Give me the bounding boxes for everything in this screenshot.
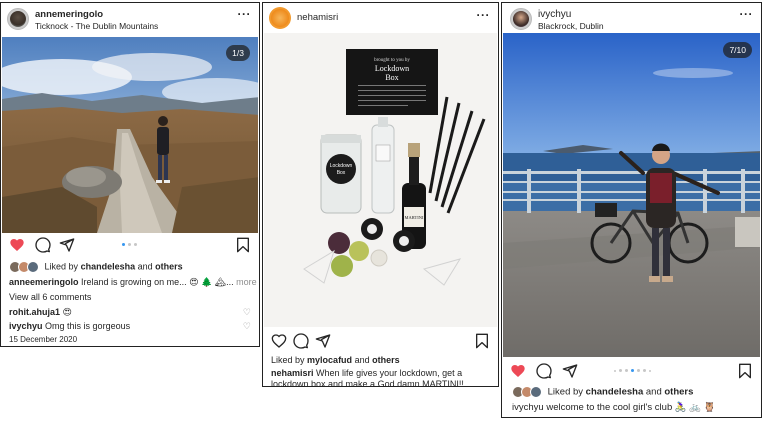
image-counter: 1/3	[226, 45, 250, 61]
likes-row: Liked by chandelesha and others	[9, 261, 183, 273]
action-bar	[1, 235, 259, 255]
post-photo[interactable]: 1/3	[2, 37, 258, 233]
comment-icon[interactable]	[536, 363, 552, 379]
liked-by-user[interactable]: chandelesha	[586, 387, 644, 398]
caption: nehamisri When life gives your lockdown,…	[271, 368, 492, 386]
liked-by-label: Liked by	[547, 386, 584, 398]
comment-icon[interactable]	[293, 333, 309, 349]
caption-username[interactable]: ivychyu	[512, 402, 544, 413]
bookmark-icon[interactable]	[235, 237, 251, 253]
jar-label-1: Lockdown	[330, 163, 353, 169]
carousel-dot	[614, 369, 616, 372]
box-title-2: Box	[385, 73, 398, 82]
carousel-dot	[134, 243, 137, 246]
more-icon[interactable]: ···	[740, 8, 754, 20]
carousel-dot	[122, 243, 125, 246]
lockdown-box-image: brought to you by Lockdown Box Lockdown …	[264, 33, 497, 327]
caption: anneemeringolo Ireland is growing on me.…	[9, 277, 257, 288]
liked-by-user[interactable]: chandelesha	[81, 261, 136, 271]
comment-like-icon[interactable]: ♡	[243, 307, 251, 318]
jar-label-2: Box	[337, 170, 346, 176]
view-all-comments-link[interactable]: View all 6 comments	[9, 292, 251, 302]
comment-text: 😍	[62, 307, 72, 317]
carousel-dots	[614, 369, 651, 372]
post-photo[interactable]: brought to you by Lockdown Box Lockdown …	[264, 33, 497, 327]
comment-like-icon[interactable]: ♡	[243, 321, 251, 332]
send-icon[interactable]	[59, 237, 75, 253]
liker-avatars	[512, 386, 542, 398]
caption-text: welcome to the cool girl's club 🚴‍♀️ 🚲 🦉	[546, 402, 716, 413]
avatar	[27, 261, 39, 273]
liked-by-label: Liked by	[44, 261, 79, 272]
post-header: nehamisri ···	[263, 3, 498, 31]
location[interactable]: Blackrock, Dublin	[538, 21, 604, 31]
comment-text: Omg this is gorgeous	[45, 321, 131, 331]
action-bar	[263, 331, 498, 351]
liked-others-link[interactable]: others	[155, 261, 183, 271]
send-icon[interactable]	[562, 363, 578, 379]
box-title-1: Lockdown	[375, 64, 409, 73]
heart-icon[interactable]	[510, 363, 526, 379]
comment-username[interactable]: ivychyu	[9, 321, 43, 331]
carousel-dot	[649, 369, 651, 372]
avatar[interactable]	[269, 7, 291, 29]
avatar[interactable]	[510, 8, 532, 30]
carousel-dot	[128, 243, 131, 246]
seaside-promenade-image	[503, 33, 760, 357]
caption-username[interactable]: nehamisri	[271, 368, 314, 378]
liker-avatars	[9, 261, 39, 273]
caption-username[interactable]: anneemeringolo	[9, 277, 79, 287]
liked-and-label: and	[354, 355, 370, 365]
screenshot-canvas: annemeringolo Ticknock - The Dublin Moun…	[0, 0, 767, 426]
username[interactable]: ivychyu	[538, 9, 571, 20]
likes-row: Liked by chandelesha and others	[512, 386, 693, 398]
bottle-label: MARTINI	[405, 215, 424, 220]
image-counter: 7/10	[723, 42, 752, 58]
post-header: annemeringolo Ticknock - The Dublin Moun…	[1, 3, 259, 37]
carousel-dot	[643, 369, 646, 372]
avatar[interactable]	[7, 8, 29, 30]
bookmark-icon[interactable]	[737, 363, 753, 379]
more-icon[interactable]: ···	[238, 8, 252, 20]
post-photo[interactable]: 7/10	[503, 33, 760, 357]
carousel-dots	[122, 243, 137, 246]
liked-and-label: and	[645, 386, 662, 398]
liked-by-label: Liked by	[271, 355, 305, 365]
heart-icon[interactable]	[9, 237, 25, 253]
comment-username[interactable]: rohit.ahuja1	[9, 307, 60, 317]
username[interactable]: nehamisri	[297, 12, 338, 23]
instagram-post-2: nehamisri ··· brought to you by Lockdown…	[262, 2, 499, 387]
liked-and-label: and	[137, 261, 153, 272]
instagram-post-3: ivychyu Blackrock, Dublin ··· 7/10 Liked…	[501, 2, 762, 418]
comment-icon[interactable]	[35, 237, 51, 253]
more-icon[interactable]: ···	[477, 9, 491, 21]
send-icon[interactable]	[315, 333, 331, 349]
likes-row: Liked by mylocafud and others	[271, 355, 400, 365]
more-link[interactable]: more	[236, 277, 257, 287]
heart-icon[interactable]	[271, 333, 287, 349]
post-date: 15 December 2020	[9, 335, 78, 344]
comment: ivychyu Omg this is gorgeous ♡	[9, 321, 251, 331]
liked-others-link[interactable]: others	[372, 355, 400, 365]
carousel-dot	[637, 369, 640, 372]
action-bar	[502, 361, 761, 381]
liked-by-user[interactable]: mylocafud	[307, 355, 352, 365]
carousel-dot	[619, 369, 622, 372]
location[interactable]: Ticknock - The Dublin Mountains	[35, 21, 158, 31]
username[interactable]: annemeringolo	[35, 9, 103, 20]
post-header: ivychyu Blackrock, Dublin ···	[502, 3, 761, 37]
carousel-dot	[631, 369, 634, 372]
mountain-landscape-image	[2, 37, 258, 233]
carousel-dot	[625, 369, 628, 372]
liked-others-link[interactable]: others	[664, 387, 693, 398]
caption: ivychyu welcome to the cool girl's club …	[512, 402, 753, 413]
bookmark-icon[interactable]	[474, 333, 490, 349]
instagram-post-1: annemeringolo Ticknock - The Dublin Moun…	[0, 2, 260, 347]
caption-text: Ireland is growing on me... 😍 🌲 🏔...	[81, 277, 234, 287]
comment: rohit.ahuja1 😍 ♡	[9, 307, 251, 318]
box-subtitle: brought to you by	[374, 58, 410, 63]
avatar	[530, 386, 542, 398]
